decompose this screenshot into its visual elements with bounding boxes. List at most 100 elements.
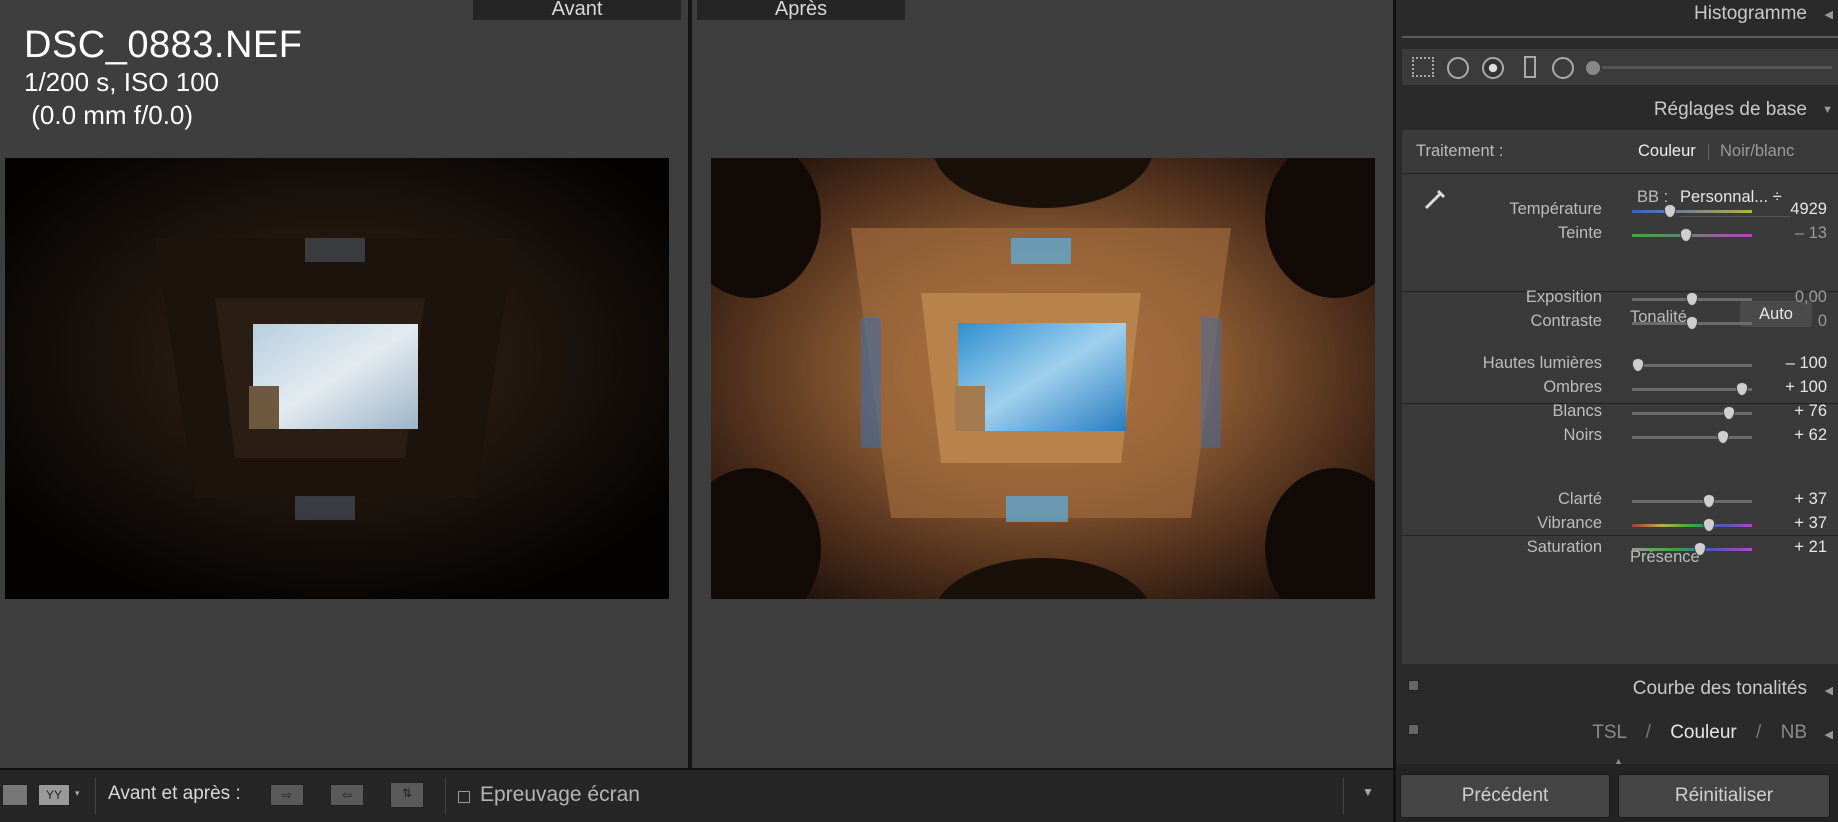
slider-label: Blancs: [1552, 402, 1602, 420]
slider-value[interactable]: 4929: [1767, 200, 1827, 219]
slider-label: Noirs: [1563, 426, 1602, 444]
histogram-title: Histogramme: [1694, 3, 1807, 24]
spot-removal-icon[interactable]: [1447, 57, 1469, 79]
slider-track[interactable]: [1632, 292, 1752, 306]
redeye-icon[interactable]: [1482, 57, 1504, 79]
slider-thumb[interactable]: [1680, 228, 1692, 242]
slider-thumb[interactable]: [1736, 382, 1749, 396]
collapse-left-icon: ◀: [1824, 729, 1833, 741]
arrow-left-icon: ⇦: [341, 788, 353, 802]
slider-row-4: Contraste 0: [1402, 312, 1838, 334]
view-mode-dropdown-icon[interactable]: ▾: [75, 788, 80, 799]
treatment-bw-option[interactable]: Noir/blanc: [1720, 142, 1794, 161]
before-after-view-button[interactable]: YY: [38, 784, 70, 806]
histogram-bar: [1402, 36, 1838, 38]
slider-track[interactable]: [1632, 316, 1752, 330]
slider-value[interactable]: + 37: [1767, 490, 1827, 509]
copy-before-to-after-button[interactable]: ⇨: [270, 784, 304, 806]
radial-filter-icon[interactable]: [1552, 57, 1574, 79]
slider-row-7: Blancs + 76: [1402, 402, 1838, 424]
slider-label: Exposition: [1525, 288, 1602, 306]
hsl-tab-nb[interactable]: NB: [1781, 722, 1807, 743]
slider-track[interactable]: [1632, 358, 1752, 372]
slider-label: Clarté: [1557, 490, 1602, 508]
slider-track[interactable]: [1632, 228, 1752, 242]
slider-thumb[interactable]: [1694, 542, 1707, 556]
slider-value[interactable]: + 21: [1767, 538, 1827, 557]
slider-label: Saturation: [1526, 538, 1602, 556]
toolbar-separator: [1343, 778, 1344, 814]
slider-value[interactable]: + 62: [1767, 426, 1827, 445]
slider-thumb[interactable]: [1702, 518, 1715, 532]
copy-after-to-before-button[interactable]: ⇦: [330, 784, 364, 806]
loupe-view-button[interactable]: [2, 784, 28, 806]
slider-row-5: Hautes lumières – 100: [1402, 354, 1838, 376]
histogram-header[interactable]: Histogramme ◀: [1402, 0, 1838, 32]
hsl-tab-color[interactable]: Couleur: [1670, 722, 1737, 743]
hsl-tab-tsl[interactable]: TSL: [1592, 722, 1626, 743]
viewer-toolbar: YY ▾ Avant et après : ⇨ ⇦ ⇅ Epreuvage éc…: [0, 768, 1393, 822]
slider-track[interactable]: [1632, 406, 1752, 420]
slider-track[interactable]: [1632, 494, 1752, 508]
swap-icon: ⇅: [401, 786, 413, 800]
slider-value[interactable]: – 13: [1767, 224, 1827, 243]
slider-track[interactable]: [1632, 430, 1752, 444]
treatment-color-option[interactable]: Couleur: [1638, 142, 1696, 161]
slider-thumb[interactable]: [1702, 494, 1715, 508]
slider-value[interactable]: + 76: [1767, 402, 1827, 421]
slider-label: Hautes lumières: [1482, 354, 1602, 372]
arrow-right-icon: ⇨: [281, 788, 293, 802]
after-pane: Après: [692, 0, 1393, 768]
slider-thumb[interactable]: [1686, 292, 1698, 306]
after-photo[interactable]: [711, 158, 1375, 599]
slider-thumb[interactable]: [1717, 430, 1730, 444]
collapse-down-icon: ▼: [1822, 104, 1833, 116]
reset-button[interactable]: Réinitialiser: [1618, 774, 1830, 818]
slider-value[interactable]: + 100: [1767, 378, 1827, 397]
slider-label: Température: [1509, 200, 1602, 218]
file-name: DSC_0883.NEF: [24, 24, 303, 66]
tone-curve-header[interactable]: Courbe des tonalités ◀: [1402, 668, 1838, 708]
toolbar-menu-icon[interactable]: ▼: [1362, 785, 1374, 799]
before-label: Avant: [473, 0, 681, 20]
before-after-label: Avant et après :: [108, 783, 241, 804]
slider-value[interactable]: 0: [1767, 312, 1827, 331]
slider-thumb[interactable]: [1664, 204, 1677, 218]
graduated-filter-icon[interactable]: [1524, 56, 1536, 78]
basic-panel: Traitement : Couleur Noir/blanc BB : Per…: [1402, 130, 1838, 664]
slider-thumb[interactable]: [1723, 406, 1736, 420]
slider-thumb[interactable]: [1686, 316, 1698, 330]
before-pane: Avant DSC_0883.NEF 1/200 s, ISO 100 (0.0…: [0, 0, 688, 768]
photo-info-overlay: DSC_0883.NEF 1/200 s, ISO 100 (0.0 mm f/…: [24, 24, 302, 132]
softproof-checkbox[interactable]: [458, 791, 470, 803]
hsl-toggle[interactable]: [1408, 724, 1419, 735]
before-photo[interactable]: [5, 158, 669, 599]
slider-track[interactable]: [1632, 204, 1752, 218]
slider-row-11: Saturation + 21: [1402, 538, 1838, 560]
brush-size-slider[interactable]: [1602, 66, 1832, 69]
hsl-header[interactable]: TSL / Couleur / NB ◀: [1402, 712, 1838, 752]
slider-thumb[interactable]: [1632, 358, 1644, 372]
crop-grid-icon[interactable]: [1412, 57, 1434, 77]
previous-button[interactable]: Précédent: [1400, 774, 1610, 818]
slider-track[interactable]: [1632, 518, 1752, 532]
slider-value[interactable]: + 37: [1767, 514, 1827, 533]
tone-curve-toggle[interactable]: [1408, 680, 1419, 691]
tool-strip: [1402, 49, 1838, 85]
lens-info: (0.0 mm f/0.0): [24, 100, 194, 130]
swap-before-after-button[interactable]: ⇅: [390, 782, 424, 808]
hsl-slash-1: /: [1645, 722, 1651, 743]
slider-row-10: Vibrance + 37: [1402, 514, 1838, 536]
slider-track[interactable]: [1632, 382, 1752, 396]
treatment-row: Traitement : Couleur Noir/blanc: [1402, 130, 1838, 174]
softproof-label: Epreuvage écran: [480, 783, 640, 806]
develop-module: Avant DSC_0883.NEF 1/200 s, ISO 100 (0.0…: [0, 0, 1838, 822]
collapse-left-icon: ◀: [1824, 685, 1833, 697]
slider-row-9: Clarté + 37: [1402, 490, 1838, 512]
slider-value[interactable]: – 100: [1767, 354, 1827, 373]
basic-header[interactable]: Réglages de base ▼: [1402, 92, 1838, 126]
slider-track[interactable]: [1632, 542, 1752, 556]
slider-row-8: Noirs + 62: [1402, 426, 1838, 448]
slider-value[interactable]: 0,00: [1767, 288, 1827, 307]
adjustment-brush-icon[interactable]: [1586, 61, 1600, 75]
